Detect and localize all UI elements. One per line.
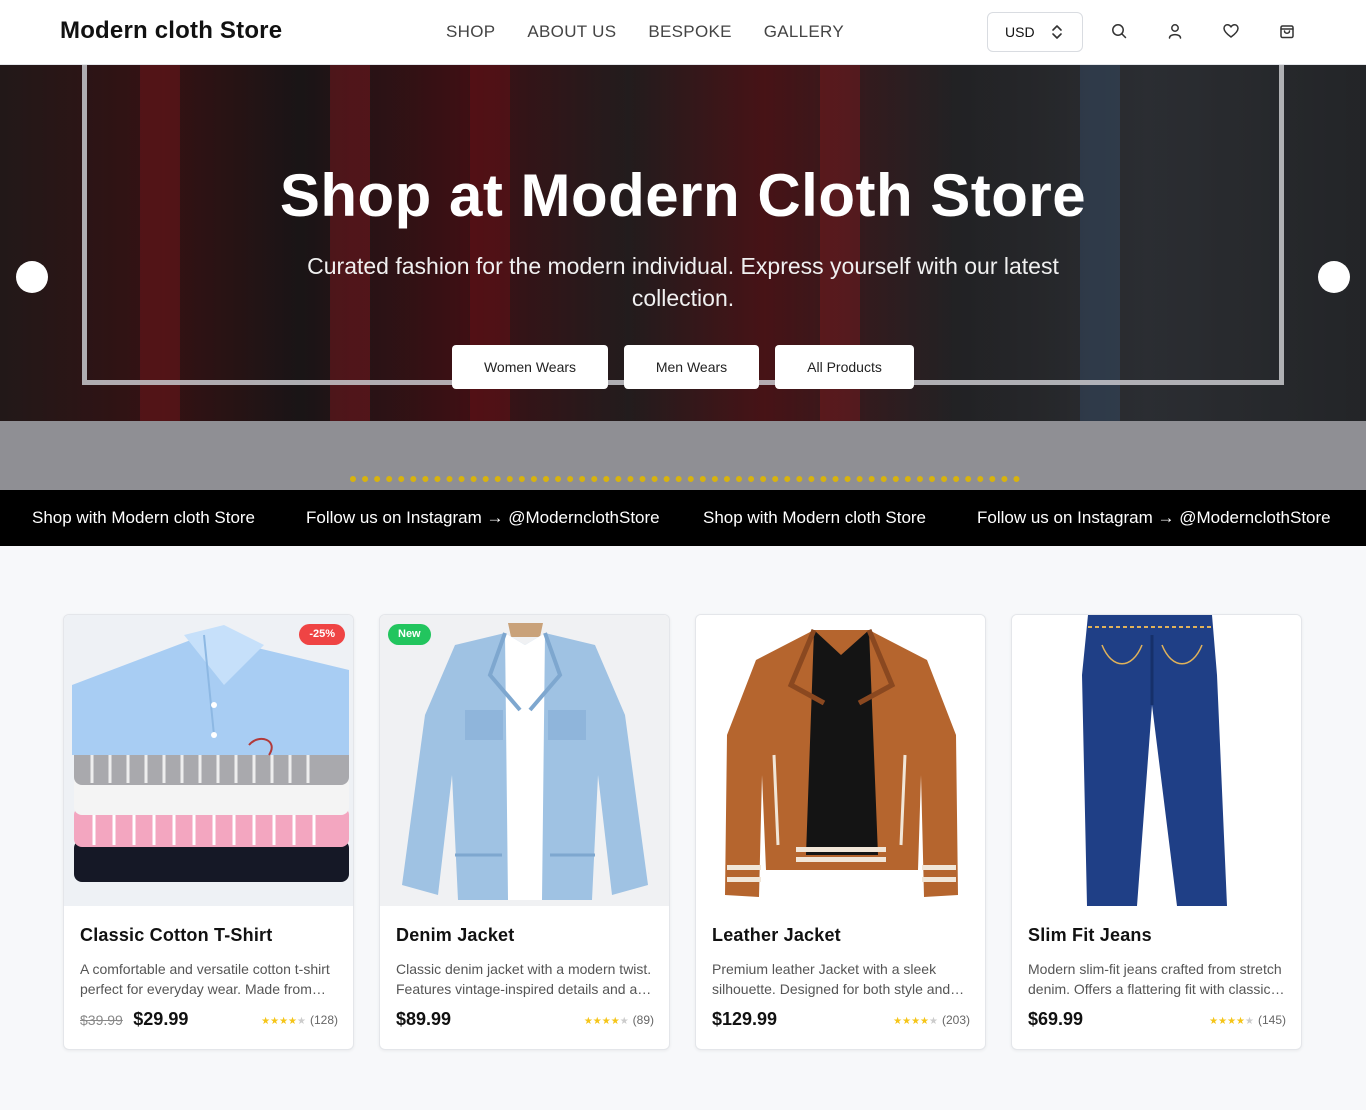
rating: ★★★★★ (203) — [893, 1013, 970, 1027]
ticker-item[interactable]: Follow us on Instagram → @ModernclothSto… — [977, 508, 1331, 528]
section-band — [0, 421, 1366, 490]
ticker-item[interactable]: Follow us on Instagram → @ModernclothSto… — [306, 508, 660, 528]
women-wears-button[interactable]: Women Wears — [452, 345, 608, 389]
price-row: $129.99 ★★★★★ (203) — [712, 1009, 970, 1031]
men-wears-button[interactable]: Men Wears — [624, 345, 759, 389]
product-title[interactable]: Leather Jacket — [712, 925, 841, 946]
currency-value: USD — [1005, 24, 1035, 40]
chevron-updown-icon — [1052, 25, 1062, 39]
price-row: $69.99 ★★★★★ (145) — [1028, 1009, 1286, 1031]
product-description: A comfortable and versatile cotton t-shi… — [80, 961, 330, 997]
product-description: Modern slim-fit jeans crafted from stret… — [1028, 961, 1282, 997]
product-description: Classic denim jacket with a modern twist… — [396, 961, 652, 997]
nav-about-us[interactable]: ABOUT US — [527, 22, 616, 42]
main-nav: SHOP ABOUT US BESPOKE GALLERY — [446, 22, 844, 42]
product-price: $29.99 — [133, 1009, 189, 1029]
shopping-bag-icon[interactable] — [1278, 22, 1296, 40]
currency-select[interactable]: USD — [987, 12, 1083, 52]
product-image — [380, 615, 669, 906]
nav-shop[interactable]: SHOP — [446, 22, 495, 42]
star-rating-icon: ★★★★★ — [893, 1016, 938, 1027]
product-card[interactable]: Slim Fit Jeans Modern slim-fit jeans cra… — [1011, 614, 1302, 1050]
product-card[interactable]: New Denim Jacket Classic denim jacket wi… — [379, 614, 670, 1050]
nav-bespoke[interactable]: BESPOKE — [648, 22, 731, 42]
star-rating-icon: ★★★★★ — [583, 1016, 629, 1027]
product-image — [1012, 615, 1301, 906]
product-title[interactable]: Slim Fit Jeans — [1028, 925, 1152, 946]
product-image — [64, 615, 353, 906]
star-rating-icon: ★★★★★ — [1209, 1016, 1254, 1027]
product-title[interactable]: Denim Jacket — [396, 925, 514, 946]
review-count: (128) — [309, 1013, 338, 1027]
star-rating-icon: ★★★★★ — [261, 1016, 306, 1027]
nav-gallery[interactable]: GALLERY — [764, 22, 844, 42]
rating: ★★★★★ (145) — [1209, 1013, 1286, 1027]
review-count: (203) — [941, 1013, 970, 1027]
product-price: $89.99 — [396, 1009, 452, 1029]
new-badge: New — [388, 624, 431, 645]
review-count: (89) — [632, 1013, 654, 1027]
rating: ★★★★★ (89) — [584, 1013, 654, 1027]
ticker-item: Shop with Modern cloth Store — [32, 508, 256, 527]
product-card[interactable]: Leather Jacket Premium leather Jacket wi… — [695, 614, 986, 1050]
old-price: $39.99 — [80, 1012, 123, 1028]
hero-banner: Shop at Modern Cloth Store Curated fashi… — [0, 65, 1366, 421]
search-icon[interactable] — [1110, 22, 1128, 40]
review-count: (145) — [1257, 1013, 1286, 1027]
carousel-prev-button[interactable] — [16, 261, 48, 293]
product-title[interactable]: Classic Cotton T-Shirt — [80, 925, 272, 946]
brand-logo[interactable]: Modern cloth Store — [60, 17, 282, 45]
hero-title: Shop at Modern Cloth Store — [279, 162, 1087, 229]
product-description: Premium leather Jacket with a sleek silh… — [712, 961, 951, 997]
product-price: $69.99 — [1028, 1009, 1084, 1029]
heart-icon[interactable] — [1222, 22, 1240, 40]
decorative-text-peek — [350, 476, 1020, 490]
product-image — [696, 615, 985, 906]
announcement-ticker: Shop with Modern cloth Store Follow us o… — [0, 490, 1366, 546]
discount-badge: -25% — [299, 624, 345, 645]
price-row: $39.99 $29.99 ★★★★★ (128) — [80, 1009, 338, 1031]
carousel-next-button[interactable] — [1318, 261, 1350, 293]
hero-subtitle: Curated fashion for the modern individua… — [307, 253, 1059, 311]
rating: ★★★★★ (128) — [261, 1013, 338, 1027]
site-header: Modern cloth Store SHOP ABOUT US BESPOKE… — [0, 0, 1366, 65]
user-icon[interactable] — [1166, 22, 1184, 40]
product-price: $129.99 — [712, 1009, 778, 1029]
product-card[interactable]: -25% Classic Cotton T-Shirt A comfortabl… — [63, 614, 354, 1050]
ticker-item: Shop with Modern cloth Store — [703, 508, 927, 527]
all-products-button[interactable]: All Products — [775, 345, 914, 389]
price-row: $89.99 ★★★★★ (89) — [396, 1009, 654, 1031]
